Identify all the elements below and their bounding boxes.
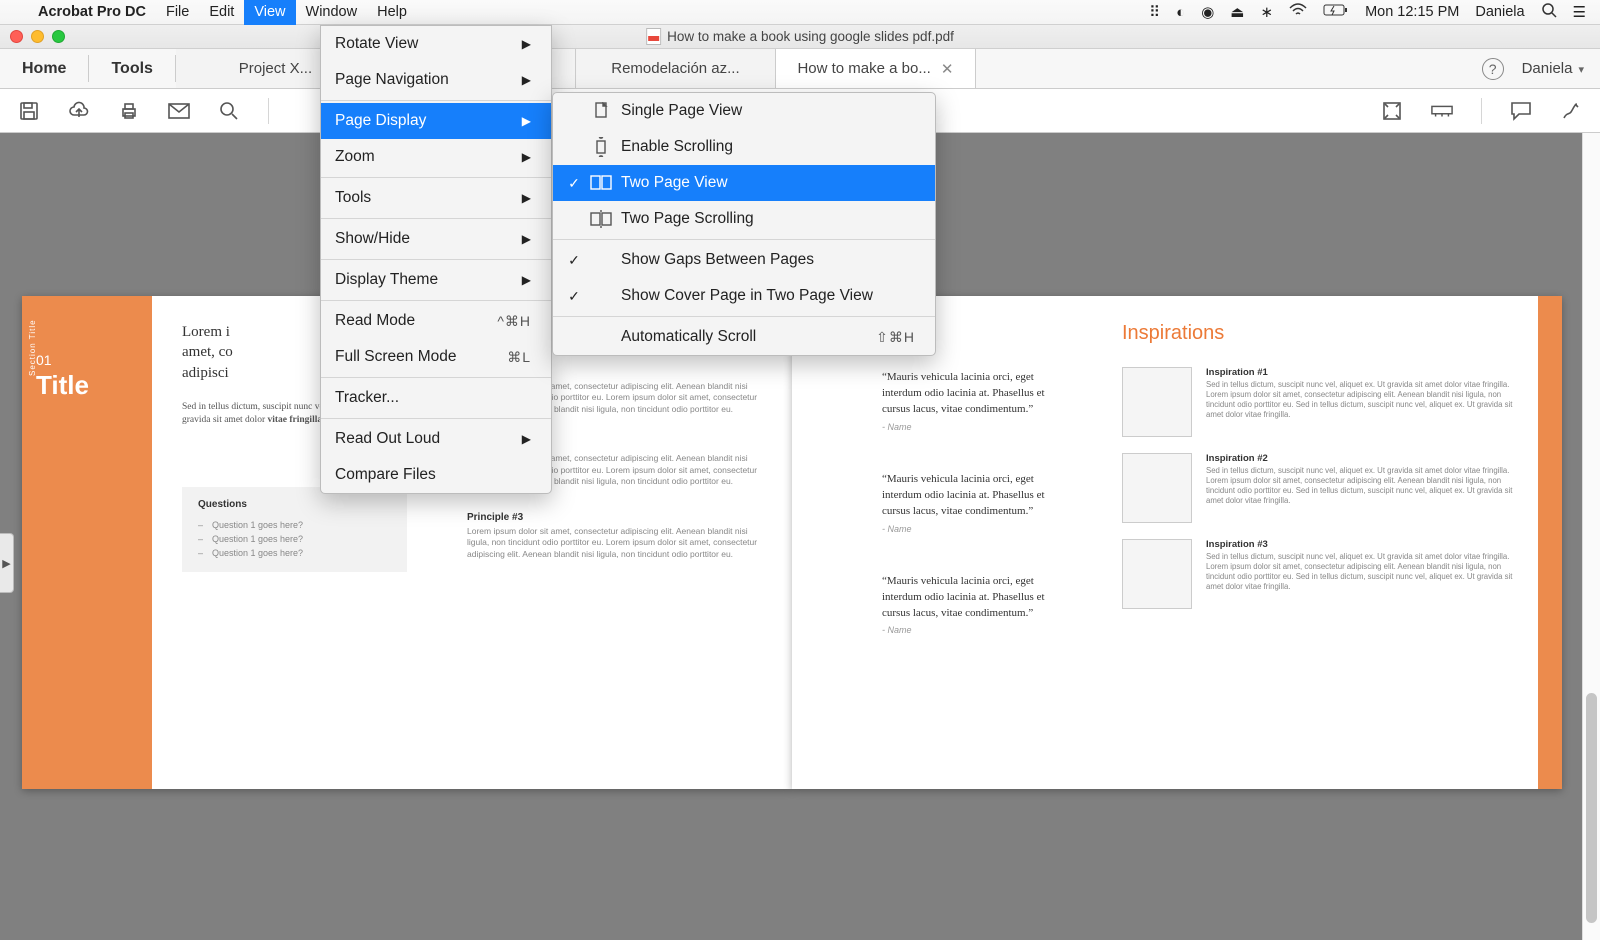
view-menu-item[interactable]: Zoom▶ [321, 139, 551, 175]
section-title: Title [36, 370, 138, 401]
pdf-file-icon [646, 28, 661, 45]
view-menu-item[interactable]: Full Screen Mode⌘L [321, 339, 551, 375]
battery-icon[interactable] [1323, 3, 1349, 21]
page-spread-2: “Mauris vehicula lacinia orci, eget inte… [792, 296, 1562, 789]
thumbnail-placeholder [1122, 367, 1192, 437]
inspiration-item: Inspiration #3Sed in tellus dictum, susc… [1122, 539, 1514, 609]
page-display-item[interactable]: ✓Two Page View [553, 165, 935, 201]
print-icon[interactable] [118, 100, 140, 122]
comment-icon[interactable] [1510, 100, 1532, 122]
sync-icon[interactable]: ◐ [1176, 4, 1185, 21]
bluetooth-icon[interactable]: ∗ [1260, 3, 1273, 21]
left-panel-toggle[interactable]: ▶ [0, 533, 14, 593]
menubar-window[interactable]: Window [296, 0, 368, 25]
search-icon[interactable] [218, 100, 240, 122]
question-item: Question 1 goes here? [198, 532, 391, 546]
menubar-user[interactable]: Daniela [1475, 4, 1524, 20]
menubar-time[interactable]: Mon 12:15 PM [1365, 4, 1459, 20]
view-menu-item[interactable]: Display Theme▶ [321, 262, 551, 298]
quote-name: - Name [882, 625, 1062, 635]
close-window-button[interactable] [10, 30, 23, 43]
home-button[interactable]: Home [0, 49, 88, 88]
page-2-left: “Mauris vehicula lacinia orci, eget inte… [792, 296, 1092, 789]
principle-block: Principle #3Lorem ipsum dolor sit amet, … [467, 512, 762, 560]
view-menu-dropdown: Rotate View▶Page Navigation▶ Page Display… [320, 25, 552, 494]
view-menu-item[interactable]: Page Display▶ [321, 103, 551, 139]
section-label: Section Title [28, 319, 37, 376]
page-display-item[interactable]: Enable Scrolling [553, 129, 935, 165]
tools-button[interactable]: Tools [89, 49, 174, 88]
doc-tab-2[interactable]: Remodelación az... [576, 49, 776, 88]
help-button[interactable]: ? [1482, 58, 1504, 80]
quote-text: “Mauris vehicula lacinia orci, eget inte… [882, 574, 1062, 622]
page-display-item[interactable]: Single Page View [553, 93, 935, 129]
close-tab-icon[interactable]: ✕ [941, 60, 954, 78]
view-menu-item[interactable]: Tracker... [321, 380, 551, 416]
minimize-window-button[interactable] [31, 30, 44, 43]
page-display-item[interactable]: ✓Show Gaps Between Pages [553, 242, 935, 278]
quote-name: - Name [882, 422, 1062, 432]
view-menu-item[interactable]: Rotate View▶ [321, 26, 551, 62]
wifi-icon[interactable] [1289, 3, 1307, 21]
spotlight-icon[interactable] [1541, 2, 1557, 22]
view-menu-item[interactable]: Compare Files [321, 457, 551, 493]
fit-icon[interactable] [1381, 100, 1403, 122]
question-item: Question 1 goes here? [198, 518, 391, 532]
dropbox-icon[interactable]: ⠿ [1149, 3, 1160, 21]
user-menu-button[interactable]: Daniela▾ [1522, 60, 1584, 77]
quote-name: - Name [882, 524, 1062, 534]
inspirations-heading: Inspirations [1122, 322, 1514, 345]
page-1-left: Section Title 01 Title [22, 296, 152, 789]
inspiration-item: Inspiration #2Sed in tellus dictum, susc… [1122, 453, 1514, 523]
view-menu-item[interactable]: Tools▶ [321, 180, 551, 216]
view-menu-item[interactable]: Page Navigation▶ [321, 62, 551, 98]
view-menu-item[interactable]: Read Mode^⌘H [321, 303, 551, 339]
menubar-app[interactable]: Acrobat Pro DC [28, 0, 156, 25]
doc-tab-3[interactable]: How to make a bo...✕ [776, 49, 976, 88]
page-display-item[interactable]: ✓Show Cover Page in Two Page View [553, 278, 935, 314]
window-title: How to make a book using google slides p… [667, 29, 954, 44]
page-display-item[interactable]: Automatically Scroll⇧⌘H [553, 319, 935, 355]
view-menu-item[interactable]: Show/Hide▶ [321, 221, 551, 257]
keyboard-icon[interactable] [1431, 100, 1453, 122]
menubar-file[interactable]: File [156, 0, 199, 25]
scrollbar-track[interactable] [1582, 133, 1600, 940]
page-2-right: Inspirations Inspiration #1Sed in tellus… [1092, 296, 1562, 789]
scrollbar-thumb[interactable] [1586, 693, 1597, 923]
sign-icon[interactable] [1560, 100, 1582, 122]
thumbnail-placeholder [1122, 539, 1192, 609]
section-num: 01 [36, 352, 138, 368]
menubar-help[interactable]: Help [367, 0, 417, 25]
questions-heading: Questions [198, 499, 391, 510]
airplay-icon[interactable]: ⏏ [1230, 3, 1244, 21]
window-controls [10, 30, 65, 43]
menubar-view[interactable]: View [244, 0, 295, 25]
window-titlebar: How to make a book using google slides p… [0, 25, 1600, 49]
inspiration-item: Inspiration #1Sed in tellus dictum, susc… [1122, 367, 1514, 437]
page-accent-bar [1538, 296, 1562, 789]
page-display-item[interactable]: Two Page Scrolling [553, 201, 935, 237]
page-display-submenu: Single Page ViewEnable Scrolling✓Two Pag… [552, 92, 936, 356]
save-icon[interactable] [18, 100, 40, 122]
cloud-icon[interactable] [68, 100, 90, 122]
menubar-edit[interactable]: Edit [199, 0, 244, 25]
mac-menubar: Acrobat Pro DC File Edit View Window Hel… [0, 0, 1600, 25]
app-tabs-row: Home Tools Project X... NAL_r...✕ Remode… [0, 49, 1600, 89]
view-menu-item[interactable]: Read Out Loud▶ [321, 421, 551, 457]
questions-box: Questions Question 1 goes here? Question… [182, 487, 407, 572]
cc-icon[interactable]: ◉ [1201, 3, 1214, 21]
thumbnail-placeholder [1122, 453, 1192, 523]
email-icon[interactable] [168, 100, 190, 122]
quote-text: “Mauris vehicula lacinia orci, eget inte… [882, 370, 1062, 418]
quote-text: “Mauris vehicula lacinia orci, eget inte… [882, 472, 1062, 520]
menu-icon[interactable]: ☰ [1573, 3, 1586, 21]
question-item: Question 1 goes here? [198, 546, 391, 560]
zoom-window-button[interactable] [52, 30, 65, 43]
